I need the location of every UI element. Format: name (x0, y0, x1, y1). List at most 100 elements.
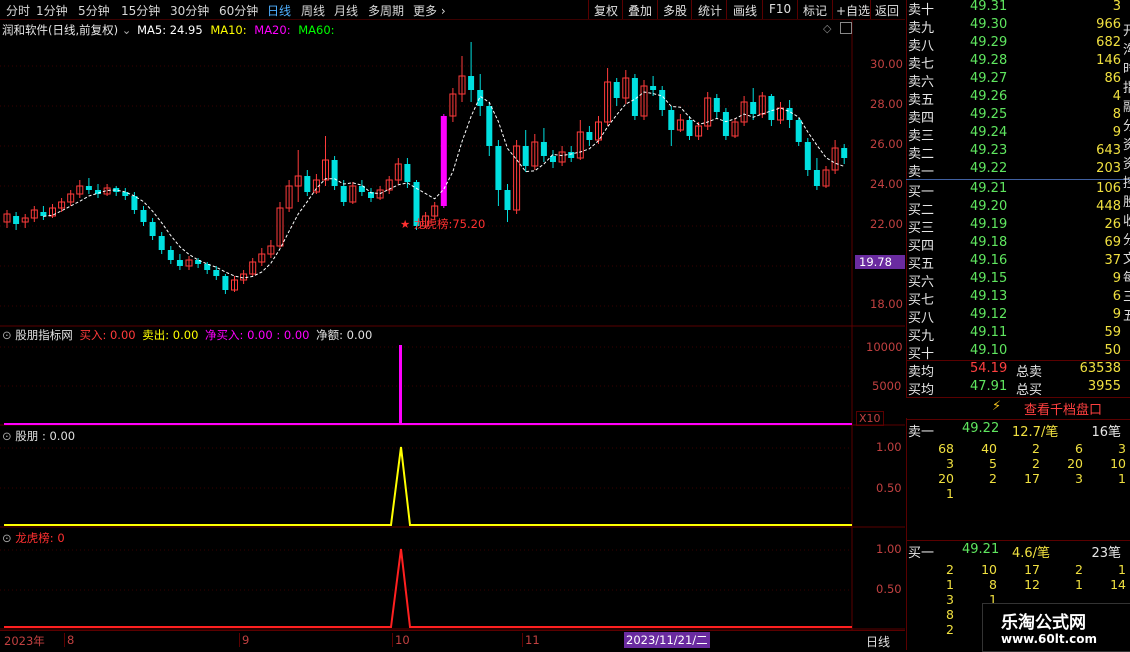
buy1-label: 买一 (908, 546, 935, 561)
side-char: 分 (1123, 119, 1130, 134)
queue-cell: 20 (1067, 456, 1083, 471)
bid-row[interactable]: 买一 49.21 106 (906, 181, 1121, 200)
queue-cell: 68 (938, 441, 954, 456)
ask-row[interactable]: 卖五 49.26 4 (906, 89, 1121, 108)
total-buy-label: 总买 (1016, 383, 1043, 398)
queue-cell: 2 (1032, 441, 1040, 456)
queue-cell: 10 (981, 562, 997, 577)
buy1-summary: 买一 49.21 4.6/笔 23笔 (906, 542, 1121, 561)
bid-row[interactable]: 买三 49.19 26 (906, 217, 1121, 236)
ask-row[interactable]: 卖十 49.31 3 (906, 0, 1121, 18)
x-label-oct: 10 (392, 633, 410, 647)
candle-body (167, 250, 174, 260)
bid-label: 买八 (908, 311, 935, 326)
panel2-header: ⊙ 股朋 : 0.00 (2, 428, 75, 444)
bid-row[interactable]: 买四 49.18 69 (906, 235, 1121, 254)
ask-row[interactable]: 卖六 49.27 86 (906, 71, 1121, 90)
ask-label: 卖八 (908, 39, 935, 54)
ask-price: 49.30 (970, 17, 1008, 32)
period-label[interactable]: 日线 (866, 633, 890, 650)
avg-buy-label: 买均 (908, 383, 935, 398)
side-char: 分 (1123, 233, 1130, 248)
ask-row[interactable]: 卖八 49.29 682 (906, 35, 1121, 54)
chevron-down-icon[interactable]: ⌄ (122, 23, 132, 37)
bid-row[interactable]: 买八 49.12 9 (906, 307, 1121, 326)
candle-body (659, 90, 666, 110)
bid-row[interactable]: 买五 49.16 37 (906, 253, 1121, 272)
bid-price: 49.19 (970, 217, 1008, 232)
ask-price: 49.24 (970, 125, 1008, 140)
candle-body (140, 210, 147, 222)
collapse-icon[interactable]: ⊙ (2, 531, 12, 545)
panel3-title: 龙虎榜: 0 (15, 531, 65, 545)
bid-vol: 106 (1096, 181, 1121, 196)
ask-row[interactable]: 卖九 49.30 966 (906, 17, 1121, 36)
candle-body (504, 190, 511, 210)
side-char: 指 (1123, 81, 1130, 96)
bid-row[interactable]: 买六 49.15 9 (906, 271, 1121, 290)
bid-label: 买九 (908, 329, 935, 344)
buy1-count: 23笔 (1091, 546, 1121, 561)
depth-button[interactable]: ⚡ 查看千档盘口 (906, 398, 1121, 418)
total-sell-value: 63538 (1079, 361, 1121, 376)
panel2-y-05: 0.50 (876, 481, 902, 495)
ask-row[interactable]: 卖三 49.24 9 (906, 125, 1121, 144)
indicator-panel-3 (4, 548, 852, 628)
collapse-icon[interactable]: ⊙ (2, 328, 12, 342)
bid-price: 49.11 (970, 325, 1008, 340)
sell1-queue: 68 40 2 6 3 3 5 2 20 10 20 2 17 3 1 1 (906, 441, 1126, 531)
panel1-multiplier: X10 (856, 411, 884, 426)
ask-price: 49.26 (970, 89, 1008, 104)
bid-price: 49.15 (970, 271, 1008, 286)
bid-row[interactable]: 买七 49.13 6 (906, 289, 1121, 308)
panel1-buy: 买入: 0.00 (79, 328, 136, 342)
bid-row[interactable]: 买九 49.11 59 (906, 325, 1121, 344)
candle-body (131, 196, 138, 210)
diamond-icon[interactable]: ◇ (823, 22, 831, 35)
maximize-icon[interactable] (840, 22, 852, 34)
bid-price: 49.18 (970, 235, 1008, 250)
buy1-price: 49.21 (962, 542, 1000, 557)
watermark: 乐淘公式网 www.60lt.com (982, 603, 1130, 652)
ask-price: 49.22 (970, 161, 1008, 176)
ask-label: 卖一 (908, 165, 935, 180)
bid-vol: 448 (1096, 199, 1121, 214)
avg-sell-value: 54.19 (970, 361, 1008, 376)
candle-body (540, 142, 547, 156)
candle-body (722, 112, 729, 136)
candle-body (522, 146, 529, 166)
queue-cell: 3 (946, 456, 954, 471)
panel1-header: ⊙ 股朋指标网 买入: 0.00 卖出: 0.00 净买入: 0.00 : 0.… (2, 327, 372, 343)
total-sell-label: 总卖 (1016, 365, 1043, 380)
panel1-net-buy: 净买入: 0.00 : 0.00 (205, 328, 310, 342)
chart-canvas[interactable] (0, 0, 905, 650)
ask-row[interactable]: 卖二 49.23 643 (906, 143, 1121, 162)
ask-price: 49.29 (970, 35, 1008, 50)
queue-cell: 12 (1024, 577, 1040, 592)
bid-row[interactable]: 买二 49.20 448 (906, 199, 1121, 218)
ask-row[interactable]: 卖四 49.25 8 (906, 107, 1121, 126)
candle-body (13, 216, 20, 224)
total-buy-value: 3955 (1087, 379, 1121, 394)
queue-cell: 10 (1110, 456, 1126, 471)
candle-body (568, 152, 575, 158)
panel1-net-amount: 净额: 0.00 (316, 328, 373, 342)
candle-body (686, 120, 693, 136)
candle-body (158, 236, 165, 250)
ask-label: 卖九 (908, 21, 935, 36)
bid-row[interactable]: 买十 49.10 50 (906, 343, 1121, 362)
side-char: 控 (1123, 176, 1130, 191)
ask-label: 卖六 (908, 75, 935, 90)
queue-cell: 5 (989, 456, 997, 471)
ask-row[interactable]: 卖一 49.22 203 (906, 161, 1121, 180)
queue-cell: 1 (946, 577, 954, 592)
candle-body (668, 110, 675, 130)
ask-row[interactable]: 卖七 49.28 146 (906, 53, 1121, 72)
candle-body (768, 96, 775, 120)
side-char: 沟 (1123, 43, 1130, 58)
candle-body (468, 76, 475, 90)
collapse-icon[interactable]: ⊙ (2, 429, 12, 443)
net-buy-bar (399, 345, 402, 424)
bid-vol: 9 (1112, 307, 1121, 322)
ask-label: 卖十 (908, 3, 935, 18)
